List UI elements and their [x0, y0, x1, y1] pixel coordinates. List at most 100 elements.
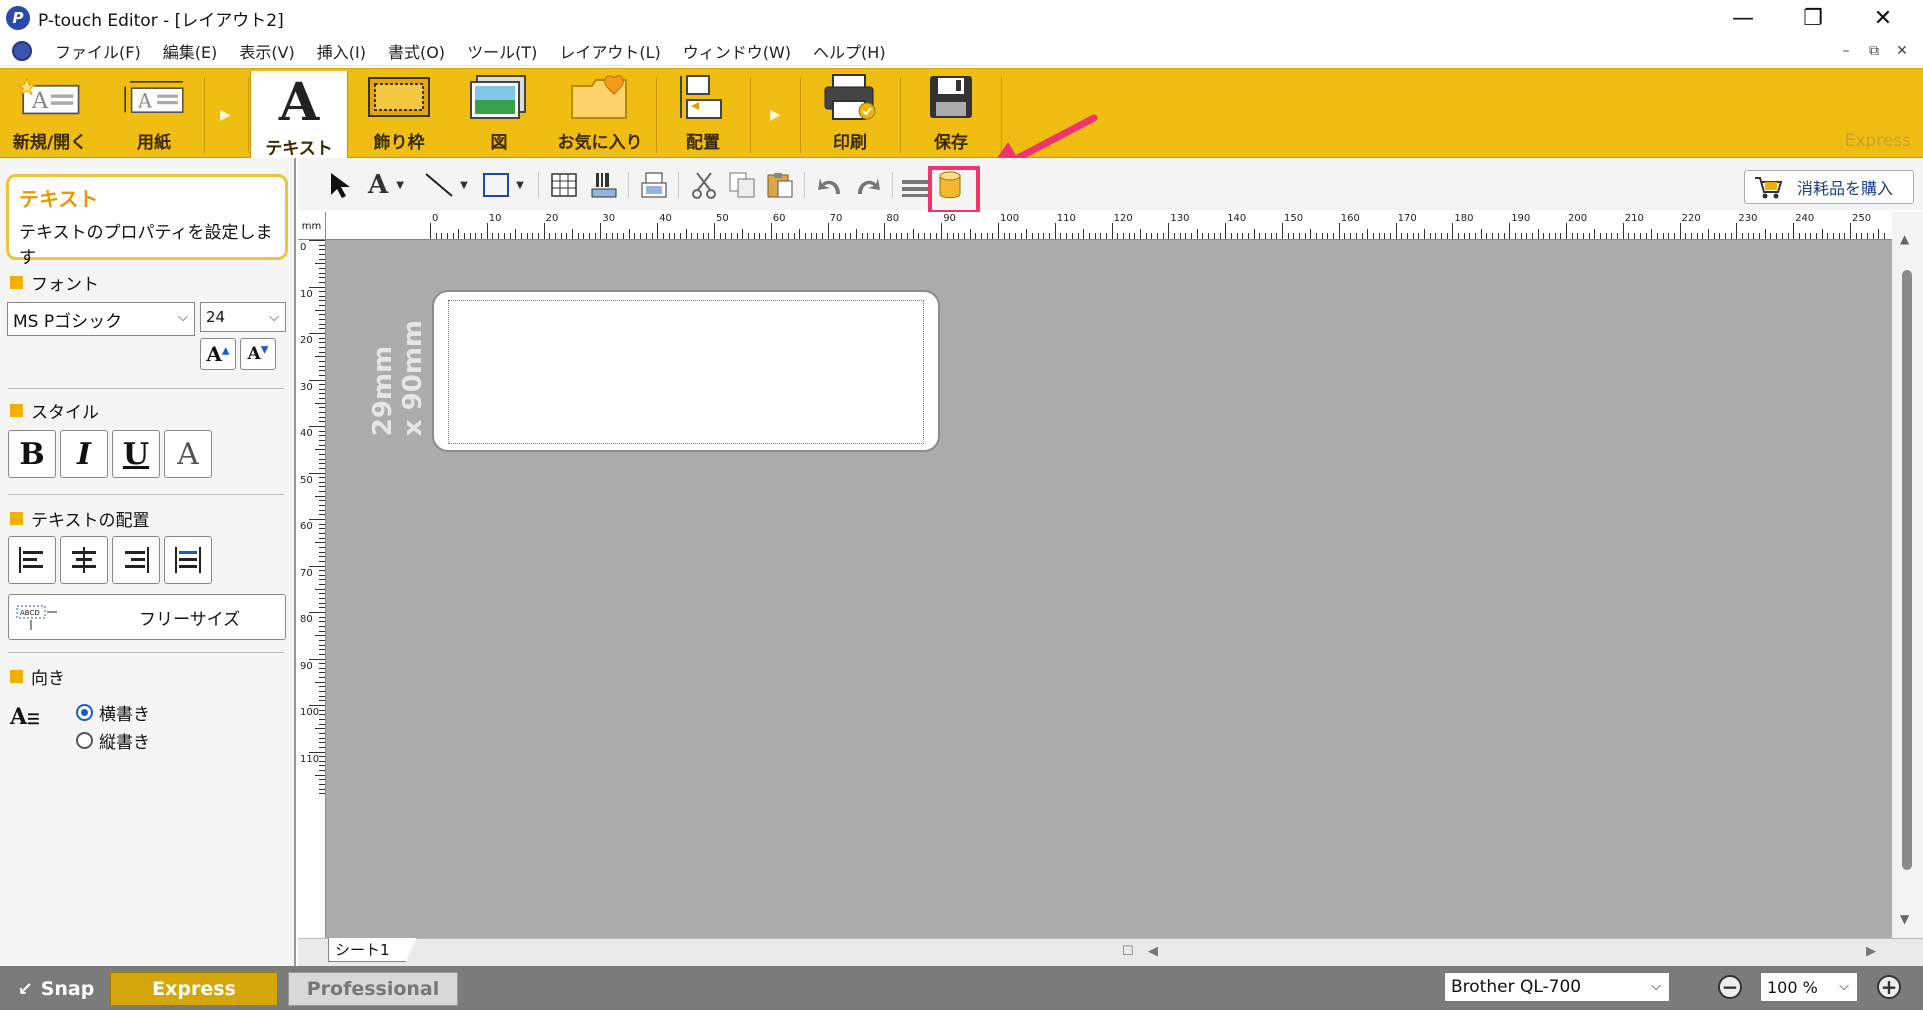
- italic-button[interactable]: I: [60, 430, 108, 478]
- menu-window[interactable]: ウィンドウ(W): [672, 39, 802, 63]
- ruler-tick: [319, 486, 325, 488]
- ruler-tick: [319, 607, 325, 609]
- ruler-tick: [1571, 233, 1573, 239]
- menu-tools[interactable]: ツール(T): [456, 39, 548, 63]
- ruler-tick: [475, 233, 477, 239]
- free-size-button[interactable]: ABCD フリーサイズ: [8, 594, 286, 640]
- ruler-tick: [736, 233, 738, 239]
- zoom-out-button[interactable]: −: [1718, 975, 1742, 999]
- close-button[interactable]: ✕: [1848, 0, 1918, 36]
- scroll-right-icon[interactable]: ▶: [1866, 944, 1876, 959]
- font-shrink-button[interactable]: A▼: [240, 338, 276, 370]
- express-mode-button[interactable]: Express: [110, 972, 278, 1006]
- object-arrange-button[interactable]: [638, 170, 670, 200]
- add-sheet-icon[interactable]: ☐: [1122, 944, 1134, 959]
- scroll-down-icon: ▼: [1900, 912, 1910, 926]
- align-center-button[interactable]: [60, 536, 108, 584]
- ruler-tick: [867, 233, 869, 239]
- ribbon-paper[interactable]: A 用紙: [108, 71, 200, 157]
- ruler-tick-label: 230: [1738, 213, 1758, 224]
- ribbon-print[interactable]: 印刷: [804, 71, 896, 157]
- table-tool-button[interactable]: [548, 170, 580, 200]
- ribbon-new-open[interactable]: A 新規/開く: [4, 71, 96, 157]
- menu-edit[interactable]: 編集(E): [152, 39, 229, 63]
- paste-button[interactable]: [764, 170, 796, 200]
- undo-button[interactable]: [814, 170, 846, 200]
- barcode-tool-button[interactable]: [588, 170, 620, 200]
- ruler-tick-label: 50: [716, 213, 729, 224]
- select-tool-button[interactable]: [326, 170, 356, 200]
- doc-minimize-button[interactable]: –: [1834, 40, 1858, 62]
- line-tool-button[interactable]: ▼: [422, 170, 470, 200]
- ruler-tick-label: 70: [300, 567, 313, 579]
- menu-layout[interactable]: レイアウト(L): [548, 39, 671, 63]
- ribbon-favorites[interactable]: お気に入り: [548, 71, 652, 157]
- zoom-in-button[interactable]: +: [1877, 975, 1901, 999]
- ruler-tick: [1810, 233, 1812, 239]
- font-grow-button[interactable]: A▲: [200, 338, 236, 370]
- bold-button[interactable]: B: [8, 430, 56, 478]
- menu-file[interactable]: ファイル(F): [44, 39, 152, 63]
- menu-help[interactable]: ヘルプ(H): [802, 39, 897, 63]
- sheet-tab[interactable]: シート1: [328, 938, 417, 962]
- ribbon-expand-arrow[interactable]: ▶: [220, 107, 231, 123]
- menu-view[interactable]: 表示(V): [228, 39, 305, 63]
- ruler-tick: [319, 621, 325, 623]
- underline-button[interactable]: U: [112, 430, 160, 478]
- ruler-tick: [532, 233, 534, 239]
- shape-tool-button[interactable]: ▼: [478, 170, 528, 200]
- menu-format[interactable]: 書式(O): [377, 39, 456, 63]
- align-left-button[interactable]: [8, 536, 56, 584]
- ribbon-expand-arrow-2[interactable]: ▶: [770, 107, 781, 123]
- minimize-button[interactable]: —: [1708, 0, 1778, 36]
- chevron-down-icon: ⌵: [178, 310, 188, 325]
- object-list-button[interactable]: [898, 170, 932, 200]
- font-size-select[interactable]: 24 ⌵: [200, 302, 286, 332]
- label-tape[interactable]: [432, 290, 940, 452]
- doc-close-button[interactable]: ✕: [1890, 40, 1914, 62]
- ruler-tick: [963, 233, 965, 239]
- ruler-tick: [1344, 233, 1346, 239]
- document-icon[interactable]: [12, 40, 32, 61]
- cut-button[interactable]: [688, 170, 720, 200]
- ruler-tick: [1247, 233, 1249, 239]
- snap-mode-button[interactable]: ↙ Snap: [6, 972, 106, 1006]
- ruler-tick: [319, 644, 325, 646]
- align-right-button[interactable]: [112, 536, 160, 584]
- scroll-left-icon[interactable]: ◀: [1148, 944, 1158, 959]
- ribbon-image[interactable]: 図: [452, 71, 546, 157]
- orientation-vertical-radio[interactable]: 縦書き: [76, 728, 150, 753]
- window-title: P-touch Editor - [レイアウト2]: [38, 10, 284, 31]
- orientation-horizontal-radio[interactable]: 横書き: [76, 700, 150, 725]
- doc-restore-button[interactable]: ⧉: [1862, 40, 1886, 62]
- text-tool-button[interactable]: A ▼: [364, 170, 408, 200]
- professional-mode-button[interactable]: Professional: [288, 972, 458, 1006]
- text-effect-button[interactable]: A: [164, 430, 212, 478]
- ruler-tick: [319, 351, 325, 353]
- redo-icon: [858, 178, 880, 194]
- ribbon-text[interactable]: A テキスト: [250, 71, 348, 163]
- ruler-tick: [1174, 233, 1176, 239]
- ruler-tick: [878, 233, 880, 239]
- ribbon-arrange[interactable]: 配置: [660, 71, 746, 157]
- label-print-area[interactable]: [448, 300, 924, 444]
- vertical-scrollbar-thumb[interactable]: [1902, 270, 1912, 870]
- printer-select[interactable]: Brother QL-700 ⌵: [1444, 972, 1670, 1002]
- ruler-tick: [1105, 233, 1107, 239]
- align-justify-button[interactable]: [164, 536, 212, 584]
- buy-supplies-button[interactable]: 消耗品を購入: [1744, 170, 1914, 204]
- menu-insert[interactable]: 挿入(I): [306, 39, 377, 63]
- ruler-tick: [1208, 233, 1210, 239]
- undo-icon: [818, 178, 840, 194]
- ruler-tick: [850, 233, 852, 239]
- ribbon-frame[interactable]: 飾り枠: [352, 71, 446, 157]
- ruler-tick: [1861, 233, 1863, 239]
- restore-button[interactable]: ❐: [1778, 0, 1848, 36]
- font-name-select[interactable]: MS Pゴシック ⌵: [7, 302, 195, 336]
- ruler-tick: [319, 770, 325, 772]
- copy-button[interactable]: [726, 170, 758, 200]
- zoom-select[interactable]: 100 % ⌵: [1760, 972, 1858, 1002]
- font-grow-icon: A▲: [206, 342, 230, 366]
- redo-button[interactable]: [852, 170, 884, 200]
- label-size-indicator: 29mm x 90mm: [368, 320, 428, 437]
